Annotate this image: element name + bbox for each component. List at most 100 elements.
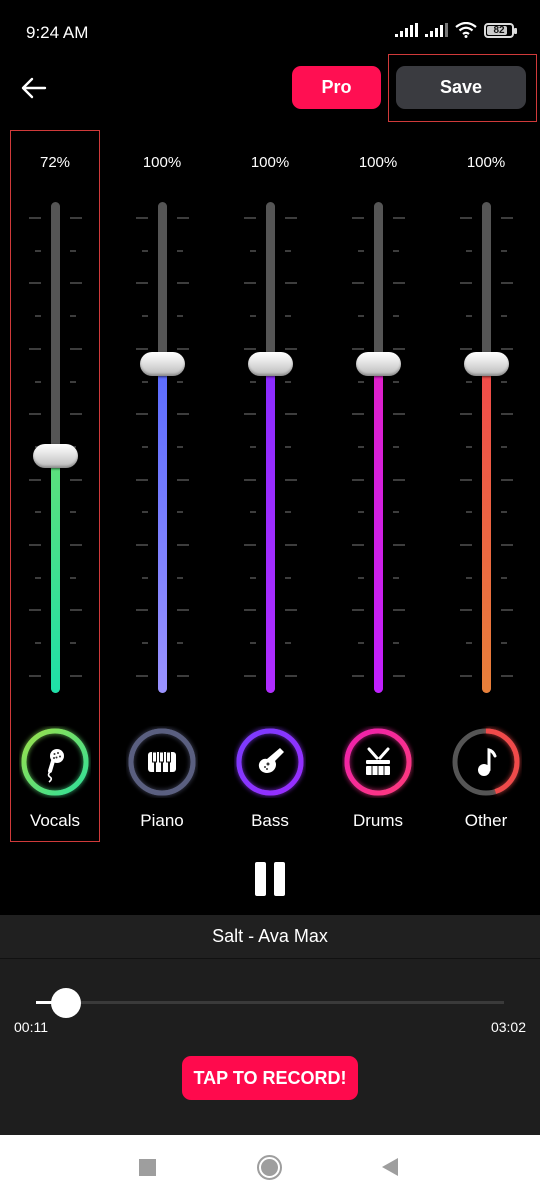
slider-tick <box>250 380 256 383</box>
system-nav-bar <box>0 1135 540 1200</box>
channel-ring <box>343 727 413 797</box>
channel-percent: 100% <box>466 154 506 171</box>
slider-tick <box>501 347 513 350</box>
status-time: 9:24 AM <box>26 23 89 42</box>
slider-tick <box>142 511 148 514</box>
song-title: Salt - Ava Max <box>0 915 540 959</box>
arrow-left-icon <box>21 77 47 99</box>
slider-tick <box>501 445 507 448</box>
channel-drums: 100% Drums <box>324 130 432 842</box>
record-button[interactable]: TAP TO RECORD! <box>182 1056 358 1100</box>
seek-track <box>36 1001 504 1004</box>
slider-tick <box>177 445 183 448</box>
channel-label: Piano <box>140 811 184 830</box>
slider-tick <box>70 282 82 285</box>
slider-tick <box>466 511 472 514</box>
slider-tick <box>177 642 183 645</box>
slider-fill <box>266 364 275 693</box>
slider-tick <box>285 642 291 645</box>
slider-tick <box>29 282 41 285</box>
slider-tick <box>70 249 76 252</box>
slider-tick <box>393 380 399 383</box>
back-button[interactable] <box>18 72 50 104</box>
back-icon[interactable] <box>382 1158 398 1176</box>
slider-tick <box>177 347 189 350</box>
slider-tick <box>285 544 297 546</box>
slider-fill <box>374 364 383 693</box>
slider-tick <box>352 282 364 285</box>
slider-tick <box>358 576 364 579</box>
slider-tick <box>358 249 364 252</box>
slider-tick <box>501 674 513 677</box>
recent-apps-icon[interactable] <box>139 1159 156 1176</box>
bass-button[interactable] <box>234 726 306 798</box>
slider-tick <box>352 413 364 416</box>
slider-thumb[interactable] <box>356 352 401 376</box>
slider-tick <box>352 544 364 546</box>
channel-bass: 100% Bass <box>216 130 324 842</box>
channel-label: Drums <box>352 811 404 830</box>
slider-tick <box>177 380 183 383</box>
slider-tick <box>244 609 256 612</box>
save-button[interactable]: Save <box>396 66 526 109</box>
slider-tick <box>250 576 256 579</box>
slider-tick <box>136 478 148 481</box>
channel-percent: 72% <box>39 154 71 171</box>
home-icon[interactable] <box>257 1155 282 1180</box>
slider-tick <box>136 674 148 677</box>
slider-tick <box>501 642 507 645</box>
slider-tick <box>29 413 41 416</box>
slider-tick <box>352 478 364 481</box>
slider-tick <box>285 445 291 448</box>
slider-tick <box>142 315 148 318</box>
slider-fill <box>158 364 167 693</box>
slider-tick <box>70 347 82 350</box>
slider-tick <box>393 544 405 546</box>
slider-tick <box>35 511 41 514</box>
drums-button[interactable] <box>342 726 414 798</box>
slider-tick <box>285 249 291 252</box>
slider-tick <box>250 445 256 448</box>
other-button[interactable] <box>450 726 522 798</box>
slider-tick <box>70 544 82 546</box>
slider-tick <box>70 576 76 579</box>
slider-tick <box>177 413 189 416</box>
pause-button[interactable] <box>250 862 290 900</box>
slider-tick <box>136 413 148 416</box>
slider-tick <box>466 249 472 252</box>
slider-tick <box>460 674 472 677</box>
slider-tick <box>244 478 256 481</box>
slider-tick <box>393 674 405 677</box>
microphone-icon <box>47 749 64 783</box>
vocals-button[interactable] <box>19 726 91 798</box>
piano-button[interactable] <box>126 726 198 798</box>
slider-tick <box>70 217 82 219</box>
slider-tick <box>70 674 82 677</box>
pro-button[interactable]: Pro <box>292 66 381 109</box>
slider-fill <box>51 456 60 693</box>
slider-tick <box>177 217 189 219</box>
slider-thumb[interactable] <box>248 352 293 376</box>
slider-tick <box>142 445 148 448</box>
slider-tick <box>393 249 399 252</box>
slider-tick <box>70 315 76 318</box>
slider-tick <box>250 249 256 252</box>
slider-tick <box>29 347 41 350</box>
slider-tick <box>501 413 513 416</box>
channel-ring <box>20 727 90 797</box>
seek-thumb[interactable] <box>50 988 81 1018</box>
slider-thumb[interactable] <box>464 352 509 376</box>
seek-bar[interactable] <box>36 988 504 1018</box>
slider-tick <box>285 315 291 318</box>
slider-tick <box>466 445 472 448</box>
slider-tick <box>501 249 507 252</box>
slider-tick <box>244 347 256 350</box>
channel-label: Other <box>464 811 508 830</box>
slider-tick <box>70 609 82 612</box>
slider-tick <box>136 217 148 219</box>
slider-thumb[interactable] <box>140 352 185 376</box>
slider-tick <box>501 544 513 546</box>
slider-tick <box>393 609 405 612</box>
slider-tick <box>393 282 405 285</box>
slider-thumb[interactable] <box>33 444 78 469</box>
